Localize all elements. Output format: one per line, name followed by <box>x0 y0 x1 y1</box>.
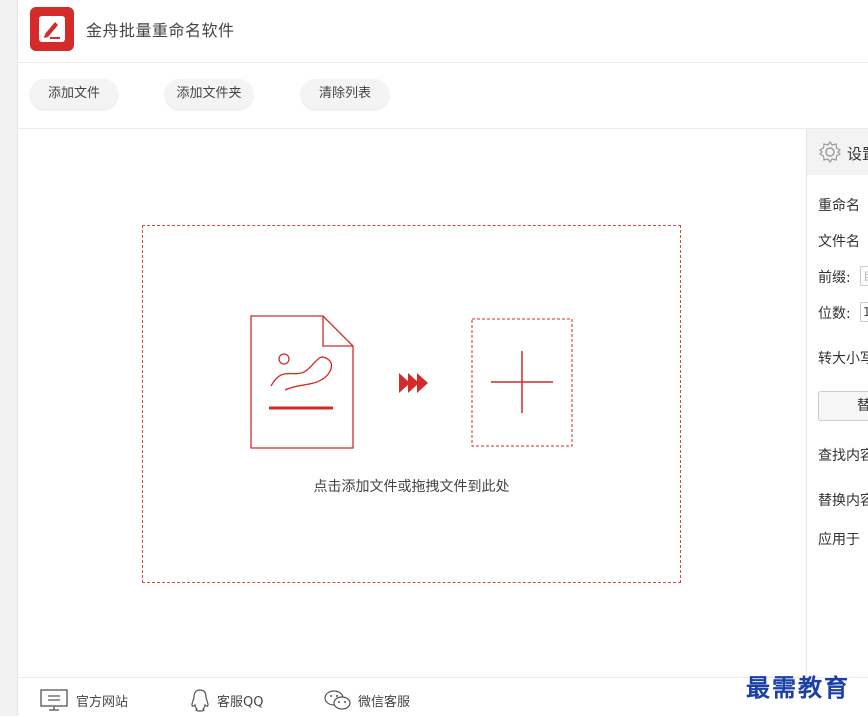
triple-arrow-icon <box>399 373 428 393</box>
drop-hint-text: 点击添加文件或拖拽文件到此处 <box>313 479 510 495</box>
app-title: 金舟批量重命名软件 <box>86 21 235 40</box>
rename-label: 重命名 <box>818 198 860 214</box>
add-folder-button[interactable]: 添加文件夹 <box>165 79 253 109</box>
find-content-label: 查找内容 <box>818 448 868 464</box>
wechat-icon <box>324 690 351 710</box>
settings-panel: 设置 重命名 文件名 前缀: 自 位数: 1 转大小写 替换 查找内容 替换内容… <box>806 129 868 677</box>
qq-icon <box>191 689 209 712</box>
official-website-link[interactable]: 官方网站 <box>40 688 140 711</box>
filename-label: 文件名 <box>818 234 860 250</box>
customer-service-qq-link[interactable]: 客服QQ <box>189 688 279 712</box>
document-icon <box>250 315 354 449</box>
file-drop-zone[interactable]: 点击添加文件或拖拽文件到此处 <box>142 225 681 583</box>
settings-title: 设置 <box>847 145 868 163</box>
app-logo-icon <box>30 7 74 51</box>
official-website-label: 官方网站 <box>76 695 129 710</box>
footer-bar: 官方网站 客服QQ 微信客服 <box>18 677 868 717</box>
digits-label: 位数: <box>818 306 851 322</box>
add-file-button[interactable]: 添加文件 <box>30 79 118 109</box>
customer-service-qq-label: 客服QQ <box>217 695 264 710</box>
replace-content-label: 替换内容 <box>818 493 868 509</box>
digits-input[interactable]: 1 <box>860 302 868 322</box>
title-bar: 金舟批量重命名软件 <box>18 0 868 63</box>
replace-mode-button[interactable]: 替换 <box>818 391 868 421</box>
monitor-icon <box>40 689 68 711</box>
apply-to-label: 应用于 <box>818 532 860 548</box>
add-plus-icon <box>471 318 573 447</box>
toolbar: 添加文件 添加文件夹 清除列表 <box>18 63 868 129</box>
window-left-edge <box>0 0 18 716</box>
settings-header: 设置 <box>807 129 868 175</box>
prefix-label: 前缀: <box>818 270 851 286</box>
clear-list-button[interactable]: 清除列表 <box>301 79 389 109</box>
gear-icon <box>819 141 841 163</box>
wechat-service-label: 微信客服 <box>358 695 411 710</box>
case-conversion-label: 转大小写 <box>818 351 868 367</box>
prefix-input[interactable]: 自 <box>860 266 868 286</box>
watermark-text: 最需教育 <box>746 673 850 702</box>
drop-illustration <box>250 315 573 449</box>
wechat-service-link[interactable]: 微信客服 <box>323 688 423 710</box>
